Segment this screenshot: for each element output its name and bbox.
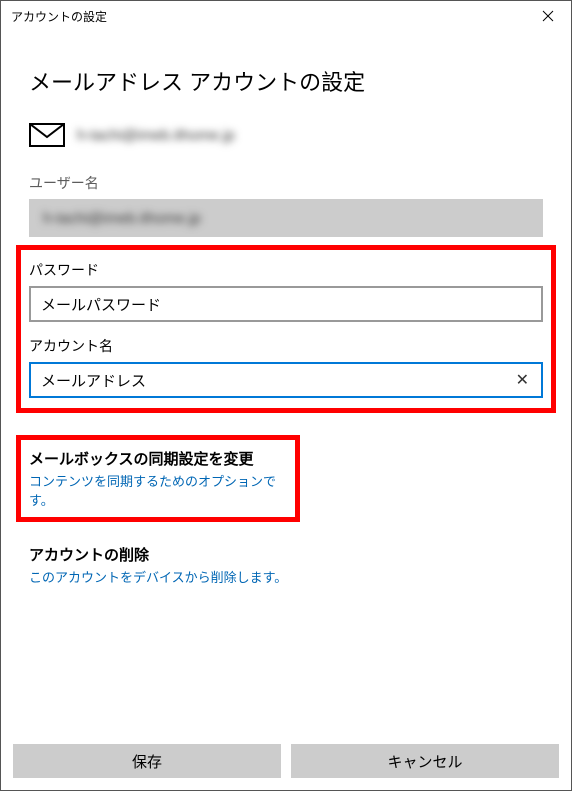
- username-field: h-tachi@imeb.ithome.jp: [29, 199, 543, 237]
- delete-account-link[interactable]: アカウントの削除: [29, 544, 543, 565]
- content-area: メールアドレス アカウントの設定 h-tachi@imeb.ithome.jp …: [1, 31, 571, 586]
- password-input[interactable]: [29, 286, 543, 322]
- email-display-row: h-tachi@imeb.ithome.jp: [29, 123, 543, 147]
- delete-account-section: アカウントの削除 このアカウントをデバイスから削除します。: [29, 544, 543, 586]
- delete-account-subtitle: このアカウントをデバイスから削除します。: [29, 567, 543, 586]
- highlight-box-fields: パスワード アカウント名 ✕: [16, 245, 556, 413]
- account-settings-dialog: アカウントの設定 メールアドレス アカウントの設定 h-tachi@imeb.i…: [0, 0, 572, 791]
- account-name-label: アカウント名: [29, 336, 543, 356]
- password-label: パスワード: [29, 260, 543, 280]
- account-name-input-wrapper[interactable]: ✕: [29, 362, 543, 398]
- username-label: ユーザー名: [29, 173, 543, 193]
- account-name-input[interactable]: [41, 372, 514, 389]
- email-address-display: h-tachi@imeb.ithome.jp: [77, 127, 235, 144]
- highlight-box-sync: メールボックスの同期設定を変更 コンテンツを同期するためのオプションです。: [16, 435, 300, 522]
- password-group: パスワード: [29, 260, 543, 322]
- save-button[interactable]: 保存: [13, 744, 281, 778]
- cancel-button[interactable]: キャンセル: [291, 744, 559, 778]
- account-name-group: アカウント名 ✕: [29, 336, 543, 398]
- sync-settings-link[interactable]: メールボックスの同期設定を変更: [29, 448, 287, 469]
- username-value: h-tachi@imeb.ithome.jp: [43, 210, 201, 227]
- titlebar: アカウントの設定: [1, 1, 571, 31]
- footer-buttons: 保存 キャンセル: [13, 744, 559, 778]
- close-button[interactable]: [533, 1, 563, 31]
- window-title: アカウントの設定: [11, 8, 107, 25]
- close-icon: [542, 10, 554, 22]
- sync-settings-subtitle: コンテンツを同期するためのオプションです。: [29, 471, 287, 509]
- page-heading: メールアドレス アカウントの設定: [29, 65, 543, 97]
- mail-icon: [29, 123, 65, 147]
- clear-icon[interactable]: ✕: [514, 370, 531, 390]
